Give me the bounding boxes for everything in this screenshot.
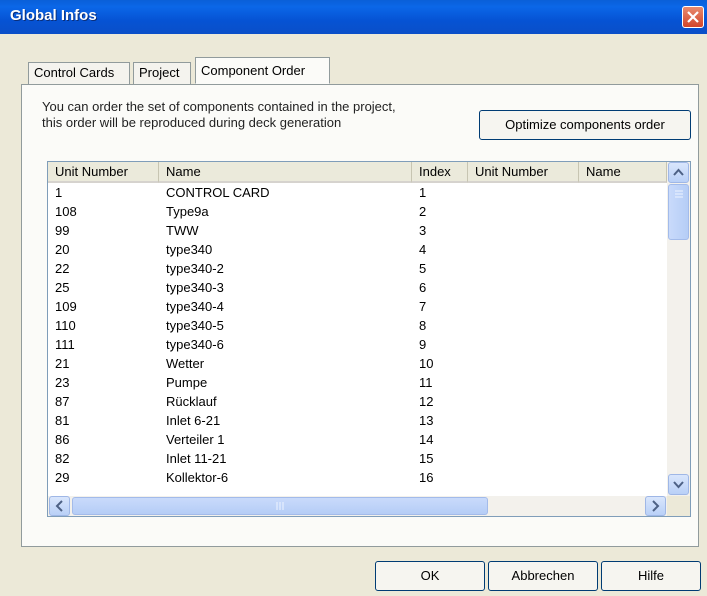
cell-name[interactable]: Inlet 6-21: [166, 412, 220, 429]
horizontal-scroll-thumb[interactable]: [72, 497, 488, 515]
cell-name[interactable]: type340-3: [166, 279, 224, 296]
tab-control-cards[interactable]: Control Cards: [28, 62, 130, 84]
column-header-unit-number-2[interactable]: Unit Number: [468, 162, 579, 183]
vertical-scroll-thumb[interactable]: [668, 184, 689, 240]
column-header-index[interactable]: Index: [412, 162, 468, 183]
cell-index[interactable]: 6: [419, 279, 426, 296]
scroll-up-button[interactable]: [668, 162, 689, 183]
scroll-left-arrow-icon: [55, 500, 63, 512]
column-header-name[interactable]: Name: [159, 162, 412, 183]
cell-name[interactable]: Wetter: [166, 355, 204, 372]
cell-name[interactable]: type340-5: [166, 317, 224, 334]
cell-unit-number[interactable]: 1: [55, 184, 62, 201]
help-button[interactable]: Hilfe: [601, 561, 701, 591]
close-icon: [687, 11, 699, 23]
scrollbar-corner: [667, 496, 690, 516]
cell-name[interactable]: type340: [166, 241, 212, 258]
cell-name[interactable]: Kollektor-6: [166, 469, 228, 486]
cell-unit-number[interactable]: 21: [55, 355, 69, 372]
title-bar[interactable]: Global Infos: [0, 0, 707, 34]
cancel-button[interactable]: Abbrechen: [488, 561, 598, 591]
cell-name[interactable]: type340-6: [166, 336, 224, 353]
cell-index[interactable]: 15: [419, 450, 433, 467]
tab-project[interactable]: Project: [133, 62, 191, 84]
scroll-down-button[interactable]: [668, 474, 689, 495]
description-line-2: this order will be reproduced during dec…: [42, 115, 342, 130]
cell-name[interactable]: Type9a: [166, 203, 209, 220]
cell-name[interactable]: TWW: [166, 222, 198, 239]
cell-index[interactable]: 16: [419, 469, 433, 486]
cell-name[interactable]: Verteiler 1: [166, 431, 225, 448]
cell-index[interactable]: 9: [419, 336, 426, 353]
cell-unit-number[interactable]: 108: [55, 203, 77, 220]
vertical-scrollbar[interactable]: [667, 162, 690, 496]
tab-component-order[interactable]: Component Order: [195, 57, 330, 84]
scroll-right-arrow-icon: [652, 500, 660, 512]
cell-unit-number[interactable]: 109: [55, 298, 77, 315]
column-header-name-2[interactable]: Name: [579, 162, 667, 183]
cell-name[interactable]: Pumpe: [166, 374, 207, 391]
cell-unit-number[interactable]: 111: [55, 336, 75, 353]
close-button[interactable]: [682, 6, 704, 28]
cell-index[interactable]: 11: [419, 374, 433, 391]
scroll-up-arrow-icon: [673, 168, 684, 176]
cell-unit-number[interactable]: 81: [55, 412, 69, 429]
cell-unit-number[interactable]: 86: [55, 431, 69, 448]
ok-button[interactable]: OK: [375, 561, 485, 591]
window-title: Global Infos: [10, 7, 97, 24]
cell-index[interactable]: 10: [419, 355, 433, 372]
description-line-1: You can order the set of components cont…: [42, 99, 396, 114]
cell-index[interactable]: 7: [419, 298, 426, 315]
cell-unit-number[interactable]: 25: [55, 279, 69, 296]
cell-index[interactable]: 8: [419, 317, 426, 334]
cell-index[interactable]: 13: [419, 412, 433, 429]
component-order-panel: You can order the set of components cont…: [21, 84, 699, 547]
cell-index[interactable]: 5: [419, 260, 426, 277]
cell-index[interactable]: 12: [419, 393, 433, 410]
cell-name[interactable]: CONTROL CARD: [166, 184, 270, 201]
scroll-down-arrow-icon: [673, 481, 684, 489]
horizontal-scrollbar[interactable]: [48, 496, 667, 516]
scroll-right-button[interactable]: [645, 496, 666, 516]
cell-index[interactable]: 4: [419, 241, 426, 258]
cell-name[interactable]: Inlet 11-21: [166, 450, 226, 467]
cell-unit-number[interactable]: 23: [55, 374, 69, 391]
cell-name[interactable]: type340-2: [166, 260, 224, 277]
cell-unit-number[interactable]: 82: [55, 450, 69, 467]
column-header-unit-number[interactable]: Unit Number: [48, 162, 159, 183]
cell-index[interactable]: 2: [419, 203, 426, 220]
cell-index[interactable]: 3: [419, 222, 426, 239]
cell-name[interactable]: type340-4: [166, 298, 224, 315]
grip-icon: [674, 190, 683, 198]
cell-name[interactable]: Rücklauf: [166, 393, 217, 410]
cell-index[interactable]: 1: [419, 184, 426, 201]
scroll-left-button[interactable]: [49, 496, 70, 516]
cell-unit-number[interactable]: 99: [55, 222, 69, 239]
cell-unit-number[interactable]: 110: [55, 317, 76, 334]
description-text: You can order the set of components cont…: [42, 99, 396, 131]
optimize-components-order-button[interactable]: Optimize components order: [479, 110, 691, 140]
component-list[interactable]: Unit Number Name Index Unit Number Name …: [47, 161, 691, 517]
global-infos-dialog: Global Infos Control Cards Project Compo…: [0, 0, 707, 596]
cell-unit-number[interactable]: 29: [55, 469, 69, 486]
grip-icon: [276, 502, 284, 510]
cell-unit-number[interactable]: 87: [55, 393, 69, 410]
cell-index[interactable]: 14: [419, 431, 433, 448]
cell-unit-number[interactable]: 20: [55, 241, 69, 258]
cell-unit-number[interactable]: 22: [55, 260, 69, 277]
